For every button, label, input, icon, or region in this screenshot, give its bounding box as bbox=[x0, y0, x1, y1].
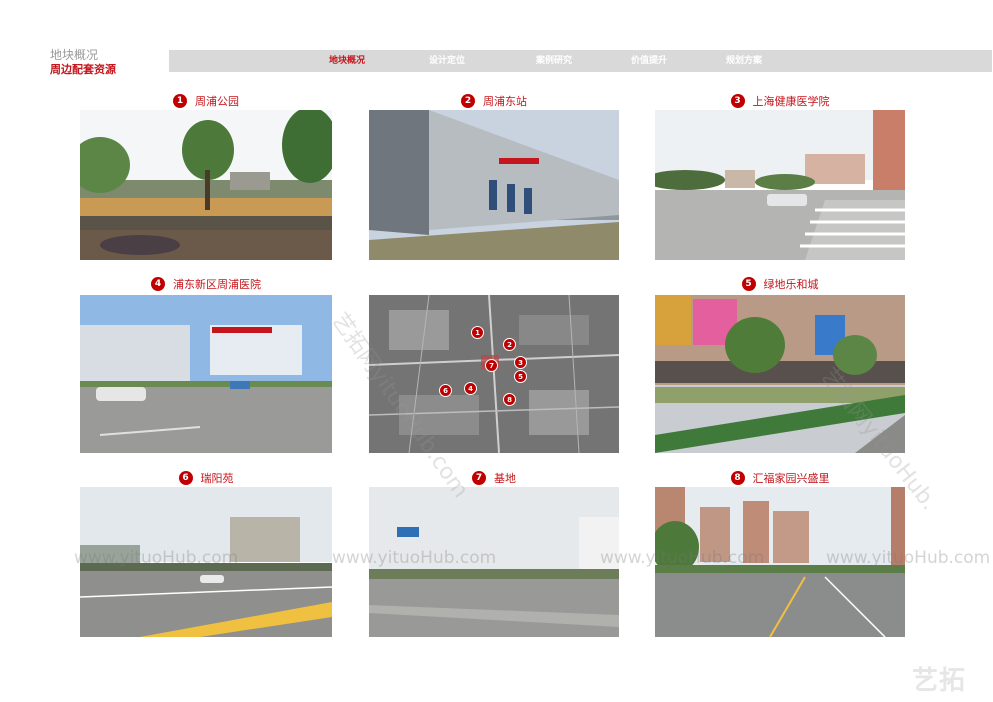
number-badge: 1 bbox=[173, 94, 187, 108]
caption-label: 周浦东站 bbox=[483, 95, 527, 108]
number-badge: 4 bbox=[151, 277, 165, 291]
watermark-text: www.yituoHub.com bbox=[600, 548, 765, 568]
photo-hospital bbox=[80, 295, 332, 453]
photo-caption-2: 2 周浦东站 bbox=[369, 93, 619, 109]
photo-caption-7: 7 基地 bbox=[369, 470, 619, 486]
nav-item-design-positioning[interactable]: 设计定位 bbox=[429, 54, 465, 68]
caption-label: 上海健康医学院 bbox=[752, 95, 830, 108]
caption-label: 汇福家园兴盛里 bbox=[752, 472, 830, 485]
number-badge: 2 bbox=[461, 94, 475, 108]
photo-caption-6: 6 瑞阳苑 bbox=[80, 470, 332, 486]
number-badge: 8 bbox=[730, 471, 745, 485]
map-marker-1: 1 bbox=[471, 326, 484, 339]
number-badge: 5 bbox=[741, 277, 756, 291]
watermark-text: www.yituoHub.com bbox=[74, 548, 239, 568]
nav-item-value-enhancement[interactable]: 价值提升 bbox=[631, 54, 667, 68]
map-marker-6: 6 bbox=[439, 384, 452, 397]
number-badge: 3 bbox=[730, 94, 745, 108]
watermark-text: www.yituoHub.com bbox=[332, 548, 497, 568]
brand-logo: 艺拓 bbox=[912, 666, 967, 696]
number-badge: 6 bbox=[178, 471, 193, 485]
photo-caption-3: 3 上海健康医学院 bbox=[655, 93, 905, 109]
map-marker-3: 3 bbox=[514, 356, 527, 369]
photo-caption-5: 5 绿地乐和城 bbox=[655, 276, 905, 292]
map-marker-2: 2 bbox=[503, 338, 516, 351]
nav-item-case-study[interactable]: 案例研究 bbox=[536, 54, 572, 68]
map-marker-8: 8 bbox=[503, 393, 516, 406]
caption-label: 绿地乐和城 bbox=[763, 278, 819, 291]
watermark-text: www.yituoHub.com bbox=[826, 548, 991, 568]
nav-item-site-overview[interactable]: 地块概况 bbox=[329, 54, 365, 68]
map-marker-5: 5 bbox=[514, 370, 527, 383]
map-marker-4: 4 bbox=[464, 382, 477, 395]
caption-label: 周浦公园 bbox=[195, 95, 239, 108]
photo-caption-8: 8 汇福家园兴盛里 bbox=[655, 470, 905, 486]
section-category: 地块概况 bbox=[50, 48, 99, 62]
page-subtitle: 周边配套资源 bbox=[50, 63, 116, 76]
caption-label: 基地 bbox=[494, 472, 516, 485]
photo-medical-college bbox=[655, 110, 905, 260]
caption-label: 瑞阳苑 bbox=[200, 472, 234, 485]
nav-item-planning-scheme[interactable]: 规划方案 bbox=[726, 54, 762, 68]
photo-caption-1: 1 周浦公园 bbox=[80, 93, 332, 109]
top-nav-bar: 地块概况 设计定位 案例研究 价值提升 规划方案 bbox=[169, 50, 992, 72]
photo-station bbox=[369, 110, 619, 260]
map-marker-7: 7 bbox=[485, 359, 498, 372]
photo-caption-4: 4 浦东新区周浦医院 bbox=[80, 276, 332, 292]
caption-label: 浦东新区周浦医院 bbox=[173, 278, 261, 291]
photo-park bbox=[80, 110, 332, 260]
